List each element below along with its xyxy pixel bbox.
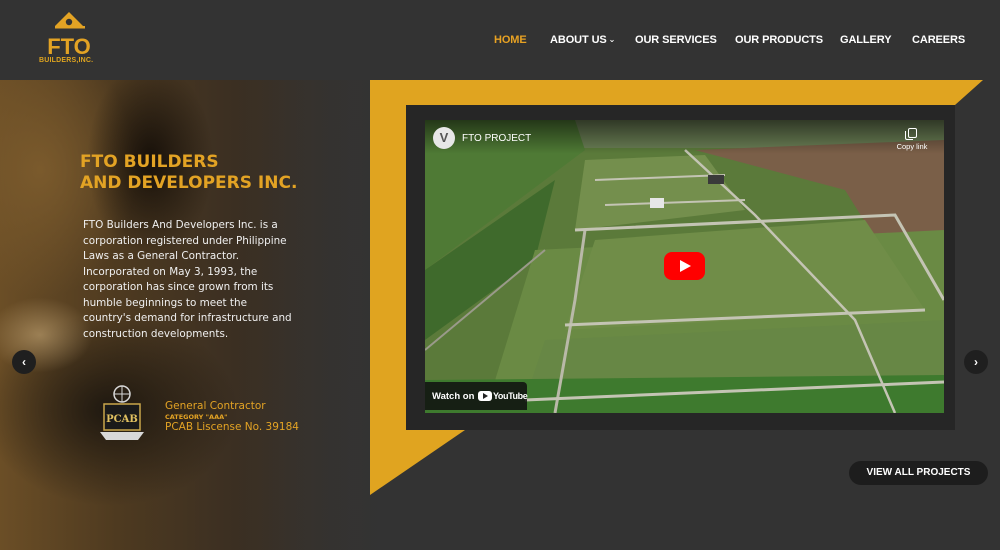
watch-on-youtube-button[interactable]: Watch on YouTube	[425, 382, 528, 410]
channel-avatar[interactable]: V	[433, 127, 455, 149]
hero-title: FTO BUILDERS AND DEVELOPERS INC.	[80, 152, 380, 194]
hero-slider: FTO BUILDERS AND DEVELOPERS INC. FTO Bui…	[0, 80, 1000, 550]
copy-icon	[904, 128, 917, 140]
nav-our-services[interactable]: OUR SERVICES	[635, 34, 717, 46]
youtube-icon	[478, 391, 492, 401]
slider-next-button[interactable]: ›	[964, 350, 988, 374]
main-navigation: HOME ABOUT US ⌄ OUR SERVICES OUR PRODUCTS…	[0, 34, 1000, 48]
youtube-wordmark: YouTube	[493, 391, 528, 401]
watch-on-label: Watch on	[432, 391, 475, 402]
embedded-video[interactable]: V FTO PROJECT Copy link Watch on YouTube	[425, 120, 944, 413]
nav-home[interactable]: HOME	[494, 34, 527, 46]
nav-our-products[interactable]: OUR PRODUCTS	[735, 34, 823, 46]
chevron-down-icon: ⌄	[608, 35, 616, 44]
nav-gallery[interactable]: GALLERY	[840, 34, 892, 46]
slider-prev-button[interactable]: ‹	[12, 350, 36, 374]
logo-subtitle: BUILDERS,INC.	[39, 57, 94, 64]
nav-about-us-label: ABOUT US	[550, 34, 607, 46]
view-all-projects-button[interactable]: VIEW ALL PROJECTS	[849, 461, 988, 485]
copy-link-button[interactable]: Copy link	[892, 128, 932, 151]
credential-license: PCAB Liscense No. 39184	[165, 421, 299, 433]
play-button[interactable]	[664, 252, 705, 280]
hero-description: FTO Builders And Developers Inc. is a co…	[83, 219, 292, 340]
badge-text: PCAB	[106, 414, 138, 425]
hero-title-line-2: AND DEVELOPERS INC.	[80, 173, 298, 193]
hero-title-line-1: FTO BUILDERS	[80, 152, 219, 172]
video-title[interactable]: FTO PROJECT	[462, 133, 531, 144]
copy-link-label: Copy link	[896, 142, 928, 151]
credential-category: CATEGORY "AAA"	[165, 413, 228, 421]
nav-careers[interactable]: CAREERS	[912, 34, 965, 46]
nav-about-us[interactable]: ABOUT US ⌄	[550, 34, 615, 46]
pcab-badge-icon: PCAB	[100, 385, 144, 440]
credential-label: General Contractor	[165, 400, 266, 412]
site-header: FTO BUILDERS,INC. HOME ABOUT US ⌄ OUR SER…	[0, 0, 1000, 80]
